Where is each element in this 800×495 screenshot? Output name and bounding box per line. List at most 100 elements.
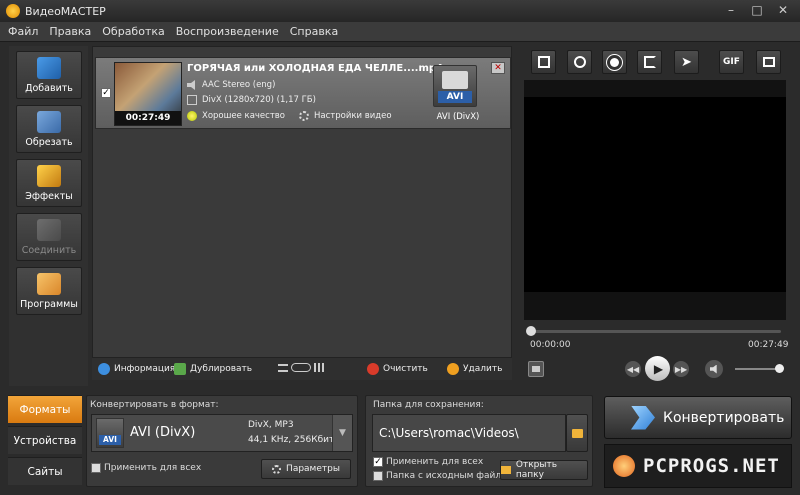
list-view-icon: [278, 363, 288, 372]
quality-icon: [187, 111, 197, 121]
title-bar: ВидеоМАСТЕР – □ ✕: [0, 0, 800, 22]
brightness-button[interactable]: [602, 50, 627, 74]
video-settings-link[interactable]: Настройки видео: [299, 111, 392, 121]
duplicate-icon: [174, 363, 186, 375]
next-button[interactable]: ▶▶: [673, 361, 689, 377]
effects-button[interactable]: Эффекты: [16, 159, 82, 207]
browse-folder-button[interactable]: [566, 414, 588, 452]
watermark-text: PCPROGS.NET: [643, 455, 780, 477]
tab-devices[interactable]: Устройства: [8, 426, 82, 454]
quality-link[interactable]: Хорошее качество: [187, 111, 285, 121]
file-checkbox[interactable]: ✓: [101, 88, 111, 98]
format-tag: AVI: [438, 91, 472, 103]
add-button[interactable]: Добавить: [16, 51, 82, 99]
menu-bar: Файл Правка Обработка Воспроизведение Сп…: [0, 22, 800, 42]
tag-icon: [37, 273, 61, 295]
brightness-icon: [610, 57, 619, 67]
menu-processing[interactable]: Обработка: [102, 25, 164, 38]
info-button[interactable]: Информация: [98, 363, 175, 375]
video-settings-text: Настройки видео: [314, 111, 392, 121]
magic-wand-icon: [37, 165, 61, 187]
format-selector[interactable]: AVI AVI (DivX) DivX, MP3 44,1 KHz, 256Кб…: [91, 414, 353, 452]
play-button[interactable]: ▶: [645, 356, 670, 381]
params-label: Параметры: [286, 464, 340, 474]
open-folder-icon: [501, 466, 511, 474]
source-folder-checkbox[interactable]: [373, 471, 383, 481]
menu-edit[interactable]: Правка: [49, 25, 91, 38]
quality-text: Хорошее качество: [202, 111, 285, 121]
join-button[interactable]: Соединить: [16, 213, 82, 261]
prev-button[interactable]: ◀◀: [625, 361, 641, 377]
trim-button[interactable]: Обрезать: [16, 105, 82, 153]
minimize-button[interactable]: –: [718, 0, 744, 20]
format-dropdown-arrow[interactable]: ▼: [332, 415, 352, 451]
volume-knob[interactable]: [775, 364, 784, 373]
rotate-button[interactable]: [637, 50, 662, 74]
format-selector-tag: AVI: [99, 435, 121, 445]
film-icon: [187, 95, 197, 105]
format-badge[interactable]: AVI: [433, 65, 477, 107]
save-folder-panel: Папка для сохранения: C:\Users\romac\Vid…: [365, 395, 593, 487]
clear-icon: [367, 363, 379, 375]
crop-icon: [537, 56, 550, 68]
join-film-icon: [37, 219, 61, 241]
video-text: DivX (1280x720) (1,17 ГБ): [202, 95, 316, 105]
seek-slider[interactable]: [526, 326, 781, 336]
apply-all-save-checkbox[interactable]: ✓: [373, 457, 383, 467]
image-icon: [532, 366, 540, 372]
gif-button[interactable]: GIF: [719, 50, 744, 74]
programs-button[interactable]: Программы: [16, 267, 82, 315]
format-selector-icon: AVI: [96, 418, 124, 448]
menu-help[interactable]: Справка: [290, 25, 338, 38]
fit-button[interactable]: [756, 50, 781, 74]
delete-button[interactable]: Удалить: [447, 363, 502, 375]
watermark-logo-icon: [613, 455, 635, 477]
camera-icon: [442, 71, 468, 89]
file-item[interactable]: ✓ 00:27:49 ГОРЯЧАЯ или ХОЛОДНАЯ ЕДА ЧЕЛЛ…: [95, 57, 511, 129]
save-path-text: C:\Users\romac\Videos\: [379, 426, 519, 440]
video-preview[interactable]: [524, 80, 786, 320]
close-button[interactable]: ✕: [770, 0, 796, 20]
window-controls: – □ ✕: [718, 0, 796, 20]
speed-button[interactable]: ➤: [674, 50, 699, 74]
format-audio: 44,1 KHz, 256Кбит: [248, 435, 335, 445]
toggle-switch[interactable]: [291, 363, 311, 372]
seek-knob[interactable]: [526, 326, 536, 336]
tab-sites[interactable]: Сайты: [8, 457, 82, 485]
speed-icon: ➤: [681, 54, 692, 70]
video-thumbnail[interactable]: 00:27:49: [114, 62, 182, 126]
menu-playback[interactable]: Воспроизведение: [176, 25, 279, 38]
view-toggle[interactable]: [278, 363, 324, 372]
tab-formats[interactable]: Форматы: [8, 395, 82, 423]
duplicate-button[interactable]: Дублировать: [174, 363, 252, 375]
apply-all-format-checkbox[interactable]: [91, 463, 101, 473]
convert-button[interactable]: Конвертировать: [604, 396, 792, 439]
menu-file[interactable]: Файл: [8, 25, 38, 38]
audio-info: AAC Stereo (eng): [187, 80, 275, 90]
add-label: Добавить: [25, 83, 73, 94]
stabilize-button[interactable]: [567, 50, 592, 74]
fit-icon: [762, 57, 775, 67]
clear-label: Очистить: [383, 364, 428, 374]
params-button[interactable]: Параметры: [261, 459, 351, 479]
snapshot-button[interactable]: [528, 361, 544, 377]
maximize-button[interactable]: □: [744, 0, 770, 20]
speaker-icon: [187, 80, 195, 90]
clear-button[interactable]: Очистить: [367, 363, 428, 375]
letterbox-bottom: [524, 292, 786, 320]
volume-button[interactable]: [705, 360, 723, 378]
save-folder-label: Папка для сохранения:: [373, 400, 484, 410]
scissors-film-icon: [37, 111, 61, 133]
format-name: AVI (DivX): [436, 112, 480, 122]
crop-button[interactable]: [531, 50, 556, 74]
open-folder-button[interactable]: Открыть папку: [500, 460, 588, 480]
file-list: ✓ 00:27:49 ГОРЯЧАЯ или ХОЛОДНАЯ ЕДА ЧЕЛЛ…: [92, 46, 512, 358]
save-path-field[interactable]: C:\Users\romac\Videos\: [372, 414, 566, 452]
convert-arrow-icon: [631, 405, 655, 430]
volume-slider[interactable]: [735, 364, 784, 373]
remove-file-button[interactable]: ✕: [491, 62, 505, 74]
prev-icon: ◀◀: [626, 364, 640, 374]
watermark: PCPROGS.NET: [604, 444, 792, 488]
folder-icon: [571, 428, 583, 438]
audio-text: AAC Stereo (eng): [202, 80, 276, 90]
